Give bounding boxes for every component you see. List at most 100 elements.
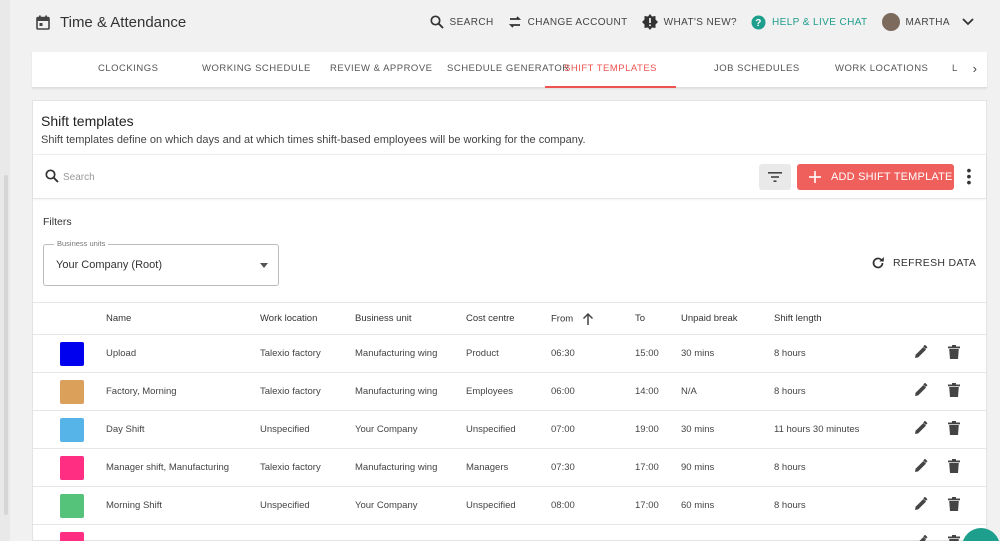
tab-job-schedules[interactable]: JOB SCHEDULES [714,52,800,88]
cost-centre-cell: Product [466,334,551,373]
color-swatch [60,531,84,541]
shift-length-cell [774,524,890,541]
color-cell [33,334,106,373]
color-cell [33,372,106,411]
delete-icon[interactable] [948,497,960,514]
table-row[interactable]: Upload Talexio factory Manufacturing wing P… [33,334,986,373]
filter-button[interactable] [759,164,791,190]
shift-length-cell: 8 hours [774,486,890,525]
delete-icon[interactable] [948,383,960,400]
row-actions [890,410,986,449]
chevron-down-icon [962,18,974,26]
row-actions [890,486,986,525]
tab-clockings[interactable]: CLOCKINGS [98,52,158,88]
column-header-shift-length[interactable]: Shift length [774,302,890,335]
user-menu[interactable]: MARTHA [881,13,974,31]
refresh-data-button[interactable]: REFRESH DATA [871,256,976,270]
column-header-work-location[interactable]: Work location [260,302,355,335]
help-action[interactable]: ? HELP & LIVE CHAT [751,15,868,30]
tab-work-locations[interactable]: WORK LOCATIONS [835,52,928,88]
tab-working-schedule[interactable]: WORKING SCHEDULE [202,52,311,88]
color-swatch [60,455,84,480]
column-header-cost-centre[interactable]: Cost centre [466,302,551,335]
from-cell: 06:00 [551,372,635,411]
business-units-select[interactable]: Business units Your Company (Root) [43,239,279,286]
name-cell: Morning Shift [106,486,260,525]
edit-icon[interactable] [914,534,928,541]
chevron-right-icon[interactable]: › [973,61,977,76]
search-action[interactable]: SEARCH [429,15,494,29]
to-cell: 19:00 [635,410,681,449]
column-header-name[interactable]: Name [106,302,260,335]
add-shift-template-label: ADD SHIFT TEMPLATE [831,171,953,183]
refresh-icon [872,257,884,269]
whats-new-action[interactable]: WHAT'S NEW? [641,14,737,30]
search-icon [429,15,444,29]
column-header-unpaid-break[interactable]: Unpaid break [681,302,774,335]
table-row[interactable] [33,524,986,541]
search-input[interactable] [63,167,363,187]
color-swatch [60,379,84,404]
row-actions [890,372,986,411]
delete-icon[interactable] [948,535,960,541]
to-cell [635,524,681,541]
actions-column-header [890,302,986,335]
tab-overflow[interactable]: L [952,52,958,88]
cost-centre-cell [466,524,551,541]
business-unit-cell: Your Company [355,410,466,449]
search-icon [45,169,59,183]
calendar-icon [36,15,50,30]
cost-centre-cell: Managers [466,448,551,487]
to-cell: 15:00 [635,334,681,373]
sort-ascending-icon[interactable] [582,312,594,326]
cost-centre-cell: Unspecified [466,410,551,449]
business-unit-cell: Manufacturing wing [355,372,466,411]
table-row[interactable]: Day Shift Unspecified Your Company Unspecif… [33,410,986,449]
shift-length-cell: 8 hours [774,334,890,373]
delete-icon[interactable] [948,345,960,362]
business-unit-cell [355,524,466,541]
table-row[interactable]: Manager shift, Manufacturing Talexio fact… [33,448,986,487]
work-location-cell: Talexio factory [260,448,355,487]
delete-icon[interactable] [948,421,960,438]
dropdown-caret-icon [260,263,268,268]
work-location-cell: Unspecified [260,410,355,449]
edit-icon[interactable] [914,496,928,514]
edit-icon[interactable] [914,458,928,476]
change-account-action[interactable]: CHANGE ACCOUNT [508,15,628,29]
tab-review-approve[interactable]: REVIEW & APPROVE [330,52,433,88]
color-cell [33,410,106,449]
user-name: MARTHA [905,16,950,28]
business-unit-cell: Your Company [355,486,466,525]
unpaid-break-cell: 30 mins [681,410,774,449]
filter-icon [768,172,782,182]
name-cell: Factory, Morning [106,372,260,411]
column-header-from[interactable]: From [551,302,635,335]
color-cell [33,524,106,541]
edit-icon[interactable] [914,382,928,400]
name-cell: Upload [106,334,260,373]
left-scrollbar[interactable] [0,0,10,541]
add-shift-template-button[interactable]: ADD SHIFT TEMPLATE [797,164,954,190]
table-row[interactable]: Morning Shift Unspecified Your Company Unsp… [33,486,986,525]
news-badge-icon [641,14,658,30]
cost-centre-cell: Employees [466,372,551,411]
delete-icon[interactable] [948,459,960,476]
edit-icon[interactable] [914,420,928,438]
unpaid-break-cell: 60 mins [681,486,774,525]
work-location-cell: Unspecified [260,486,355,525]
column-header-business-unit[interactable]: Business unit [355,302,466,335]
column-header-to[interactable]: To [635,302,681,335]
scroll-thumb[interactable] [4,175,8,515]
tab-shift-templates[interactable]: SHIFT TEMPLATES [545,52,677,88]
app-title-text: Time & Attendance [60,13,187,31]
row-actions [890,448,986,487]
top-bar: Time & Attendance SEARCH CHANGE ACCOUNT … [14,0,1000,44]
avatar [881,13,900,31]
plus-icon [809,171,821,183]
more-options-icon[interactable]: • • • [963,163,975,189]
color-swatch [60,417,84,442]
edit-icon[interactable] [914,344,928,362]
table-row[interactable]: Factory, Morning Talexio factory Manufactu… [33,372,986,411]
color-cell [33,448,106,487]
